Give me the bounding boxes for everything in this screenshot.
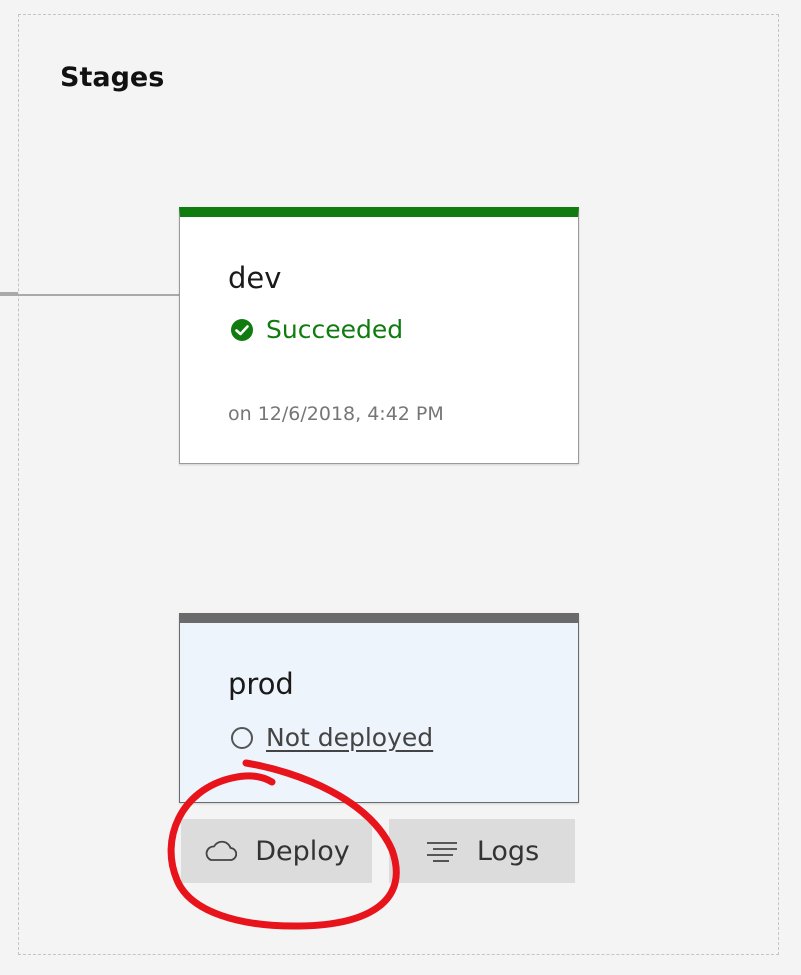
- stage-timestamp: on 12/6/2018, 4:42 PM: [228, 403, 444, 425]
- stage-status: Not deployed: [230, 723, 433, 752]
- stage-name: dev: [228, 261, 282, 295]
- logs-icon: [426, 842, 457, 862]
- check-circle-icon: [230, 318, 254, 342]
- stage-card-prod[interactable]: prod Not deployed: [179, 613, 579, 803]
- stage-card-dev[interactable]: dev Succeeded on 12/6/2018, 4:42 PM: [179, 207, 579, 464]
- empty-circle-icon: [230, 726, 254, 750]
- stages-title: Stages: [60, 62, 165, 93]
- stages-panel: [18, 14, 779, 955]
- deploy-button-label: Deploy: [255, 835, 350, 867]
- stage-status: Succeeded: [230, 315, 403, 344]
- deploy-button[interactable]: Deploy: [181, 819, 372, 883]
- stage-name: prod: [228, 667, 294, 701]
- pipeline-connector: [0, 294, 180, 296]
- logs-button-label: Logs: [476, 835, 540, 867]
- stage-status-label: Succeeded: [266, 315, 404, 344]
- logs-button[interactable]: Logs: [389, 819, 575, 883]
- not-deployed-link[interactable]: Not deployed: [266, 723, 433, 752]
- cloud-icon: [205, 840, 238, 861]
